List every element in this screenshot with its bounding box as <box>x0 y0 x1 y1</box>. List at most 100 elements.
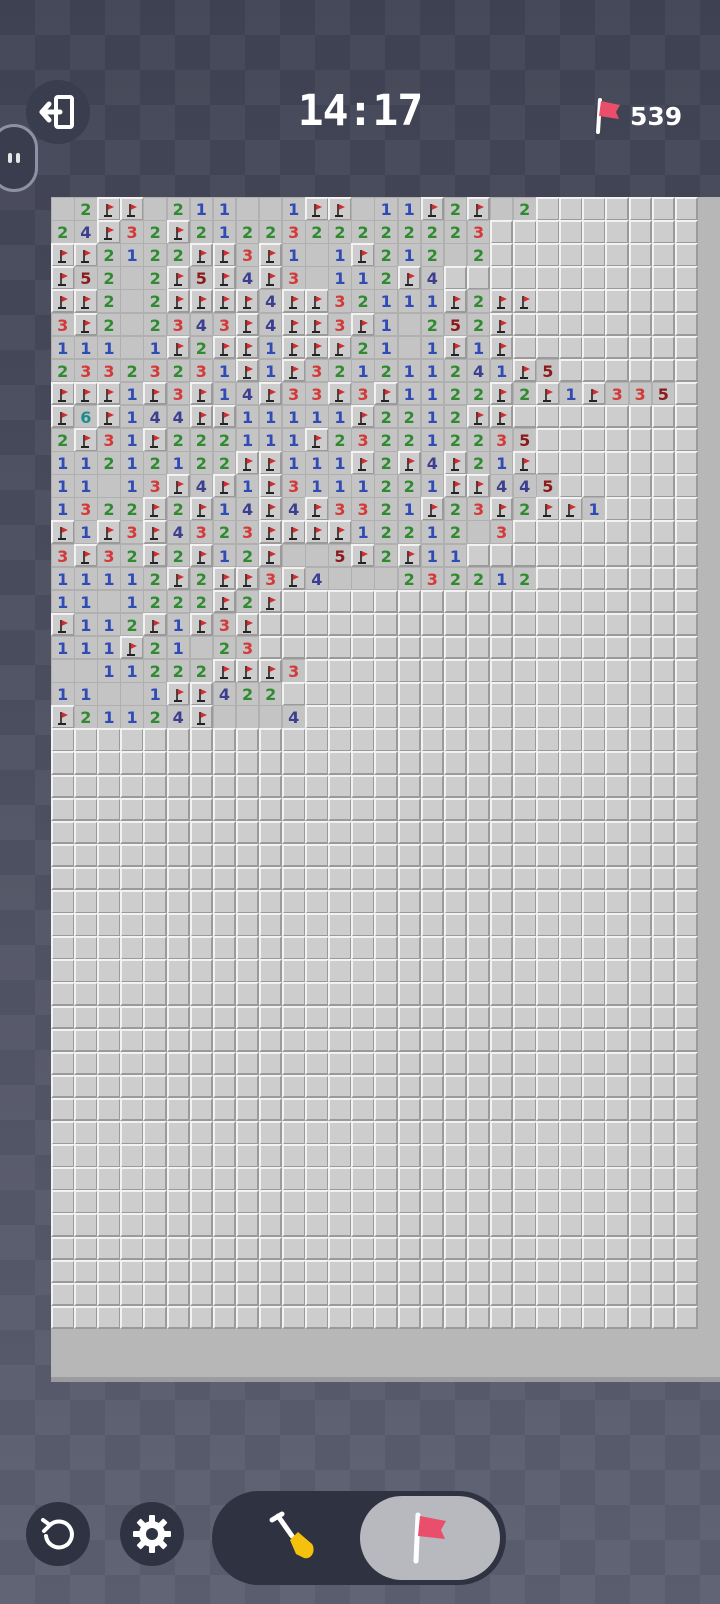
hidden-cell[interactable] <box>674 1259 699 1284</box>
hidden-cell[interactable] <box>513 589 537 614</box>
hidden-cell[interactable] <box>605 1167 629 1191</box>
number-cell[interactable]: 3 <box>328 289 352 313</box>
number-cell[interactable]: 1 <box>74 612 98 637</box>
flagged-cell[interactable] <box>189 543 214 567</box>
flagged-cell[interactable] <box>120 197 144 221</box>
hidden-cell[interactable] <box>397 659 421 683</box>
number-cell[interactable]: 1 <box>212 220 237 244</box>
hidden-cell[interactable] <box>513 843 537 868</box>
number-cell[interactable]: 1 <box>74 566 98 591</box>
hidden-cell[interactable] <box>559 266 583 290</box>
flagged-cell[interactable] <box>189 612 214 637</box>
number-cell[interactable]: 1 <box>397 381 421 406</box>
hidden-cell[interactable] <box>143 1259 167 1284</box>
flagged-cell[interactable] <box>74 289 98 313</box>
number-cell[interactable]: 5 <box>513 428 537 452</box>
hidden-cell[interactable] <box>258 866 283 891</box>
hidden-cell[interactable] <box>513 659 537 683</box>
hidden-cell[interactable] <box>351 1167 375 1191</box>
hidden-cell[interactable] <box>74 1190 98 1214</box>
hidden-cell[interactable] <box>513 797 537 822</box>
hidden-cell[interactable] <box>351 589 375 614</box>
hidden-cell[interactable] <box>651 358 676 383</box>
hidden-cell[interactable] <box>51 1236 75 1260</box>
number-cell[interactable]: 1 <box>120 451 144 475</box>
hidden-cell[interactable] <box>651 474 676 498</box>
number-cell[interactable]: 1 <box>258 404 283 429</box>
number-cell[interactable]: 1 <box>235 428 260 452</box>
flagged-cell[interactable] <box>258 497 283 521</box>
flagged-cell[interactable] <box>466 404 491 429</box>
hidden-cell[interactable] <box>305 1305 329 1330</box>
number-cell[interactable]: 2 <box>420 312 445 336</box>
hidden-cell[interactable] <box>120 843 144 868</box>
hidden-cell[interactable] <box>651 959 676 983</box>
hidden-cell[interactable] <box>189 1121 214 1145</box>
hidden-cell[interactable] <box>443 705 468 729</box>
hidden-cell[interactable] <box>536 451 560 475</box>
hidden-cell[interactable] <box>628 566 652 591</box>
flagged-cell[interactable] <box>258 543 283 567</box>
hidden-cell[interactable] <box>74 1213 98 1237</box>
number-cell[interactable]: 2 <box>51 358 75 383</box>
hidden-cell[interactable] <box>420 1167 445 1191</box>
hidden-cell[interactable] <box>605 197 629 221</box>
flagged-cell[interactable] <box>513 451 537 475</box>
flagged-cell[interactable] <box>536 381 560 406</box>
hidden-cell[interactable] <box>674 428 699 452</box>
number-cell[interactable]: 1 <box>420 358 445 383</box>
flagged-cell[interactable] <box>143 497 167 521</box>
hidden-cell[interactable] <box>258 728 283 752</box>
hidden-cell[interactable] <box>74 820 98 845</box>
hidden-cell[interactable] <box>582 1051 606 1076</box>
hidden-cell[interactable] <box>443 1282 468 1307</box>
number-cell[interactable]: 4 <box>258 312 283 336</box>
hidden-cell[interactable] <box>420 589 445 614</box>
hidden-cell[interactable] <box>74 774 98 798</box>
number-cell[interactable]: 1 <box>305 404 329 429</box>
hidden-cell[interactable] <box>74 1028 98 1053</box>
hidden-cell[interactable] <box>605 936 629 960</box>
hidden-cell[interactable] <box>674 289 699 313</box>
hidden-cell[interactable] <box>143 1097 167 1122</box>
hidden-cell[interactable] <box>605 1190 629 1214</box>
hidden-cell[interactable] <box>536 1259 560 1284</box>
hidden-cell[interactable] <box>120 1144 144 1168</box>
hidden-cell[interactable] <box>674 612 699 637</box>
hidden-cell[interactable] <box>212 1282 237 1307</box>
hidden-cell[interactable] <box>51 1051 75 1076</box>
hidden-cell[interactable] <box>351 1213 375 1237</box>
hidden-cell[interactable] <box>605 289 629 313</box>
number-cell[interactable]: 1 <box>166 612 190 637</box>
hidden-cell[interactable] <box>51 1121 75 1145</box>
hidden-cell[interactable] <box>374 589 398 614</box>
number-cell[interactable]: 1 <box>351 520 375 544</box>
hidden-cell[interactable] <box>466 1190 491 1214</box>
number-cell[interactable]: 2 <box>143 451 167 475</box>
hidden-cell[interactable] <box>305 1167 329 1191</box>
hidden-cell[interactable] <box>605 1144 629 1168</box>
hidden-cell[interactable] <box>397 1282 421 1307</box>
side-peek-icon[interactable] <box>0 124 38 192</box>
number-cell[interactable]: 1 <box>397 289 421 313</box>
hidden-cell[interactable] <box>235 843 260 868</box>
hidden-cell[interactable] <box>651 220 676 244</box>
hidden-cell[interactable] <box>51 1028 75 1053</box>
hidden-cell[interactable] <box>466 728 491 752</box>
hidden-cell[interactable] <box>513 312 537 336</box>
number-cell[interactable]: 2 <box>143 589 167 614</box>
hidden-cell[interactable] <box>674 866 699 891</box>
hidden-cell[interactable] <box>628 1097 652 1122</box>
number-cell[interactable]: 2 <box>51 220 75 244</box>
hidden-cell[interactable] <box>212 913 237 937</box>
hidden-cell[interactable] <box>351 1051 375 1076</box>
hidden-cell[interactable] <box>212 728 237 752</box>
hidden-cell[interactable] <box>559 404 583 429</box>
hidden-cell[interactable] <box>51 866 75 891</box>
hidden-cell[interactable] <box>443 843 468 868</box>
hidden-cell[interactable] <box>536 959 560 983</box>
hidden-cell[interactable] <box>536 982 560 1006</box>
number-cell[interactable]: 4 <box>166 404 190 429</box>
hidden-cell[interactable] <box>628 1121 652 1145</box>
flagged-cell[interactable] <box>397 266 421 290</box>
